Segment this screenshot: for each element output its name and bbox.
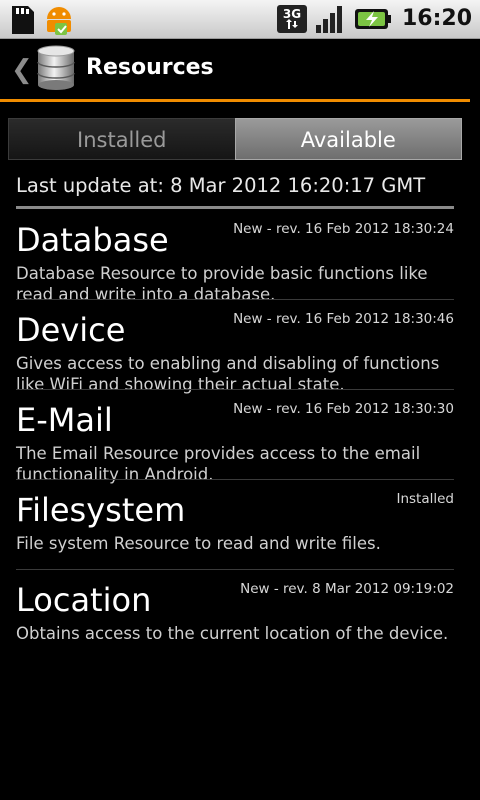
tab-installed[interactable]: Installed — [8, 118, 235, 160]
title-accent-divider — [0, 99, 470, 102]
battery-charging-icon — [354, 9, 391, 29]
list-item-database[interactable]: Database New - rev. 16 Feb 2012 18:30:24… — [0, 210, 480, 304]
list-item-location[interactable]: Location New - rev. 8 Mar 2012 09:19:02 … — [0, 570, 480, 660]
list-item-device[interactable]: Device New - rev. 16 Feb 2012 18:30:46 G… — [0, 300, 480, 394]
resource-status: New - rev. 8 Mar 2012 09:19:02 — [240, 581, 454, 597]
svg-text:3G: 3G — [283, 7, 301, 21]
resource-name: Database — [16, 221, 169, 259]
resource-description: Obtains access to the current location o… — [16, 624, 449, 643]
android-debug-icon — [47, 7, 71, 35]
3g-data-icon: 3G — [276, 5, 307, 33]
resource-name: E-Mail — [16, 401, 113, 439]
resource-status: New - rev. 16 Feb 2012 18:30:46 — [233, 311, 454, 327]
resource-status: New - rev. 16 Feb 2012 18:30:24 — [233, 221, 454, 237]
list-item-email[interactable]: E-Mail New - rev. 16 Feb 2012 18:30:30 T… — [0, 390, 480, 484]
resource-status: Installed — [396, 491, 454, 507]
tab-available[interactable]: Available — [234, 118, 462, 160]
sd-card-icon — [12, 6, 34, 34]
page-title: Resources — [86, 55, 214, 80]
resource-name: Device — [16, 311, 126, 349]
title-bar: ❮ Resources — [0, 39, 480, 99]
resource-name: Filesystem — [16, 491, 186, 529]
last-update-text: Last update at: 8 Mar 2012 16:20:17 GMT — [16, 174, 426, 197]
resource-list: Database New - rev. 16 Feb 2012 18:30:24… — [0, 210, 480, 660]
resource-status: New - rev. 16 Feb 2012 18:30:30 — [233, 401, 454, 417]
status-time: 16:20 — [401, 6, 472, 31]
header-divider — [16, 206, 454, 209]
resource-name: Location — [16, 581, 152, 619]
signal-strength-icon — [315, 6, 342, 33]
database-icon — [37, 45, 75, 90]
resource-description: File system Resource to read and write f… — [16, 534, 381, 553]
back-chevron-icon[interactable]: ❮ — [11, 57, 33, 83]
status-bar: 3G 16:20 — [0, 0, 480, 39]
tab-bar: Installed Available — [8, 118, 462, 160]
list-item-filesystem[interactable]: Filesystem Installed File system Resourc… — [0, 480, 480, 570]
